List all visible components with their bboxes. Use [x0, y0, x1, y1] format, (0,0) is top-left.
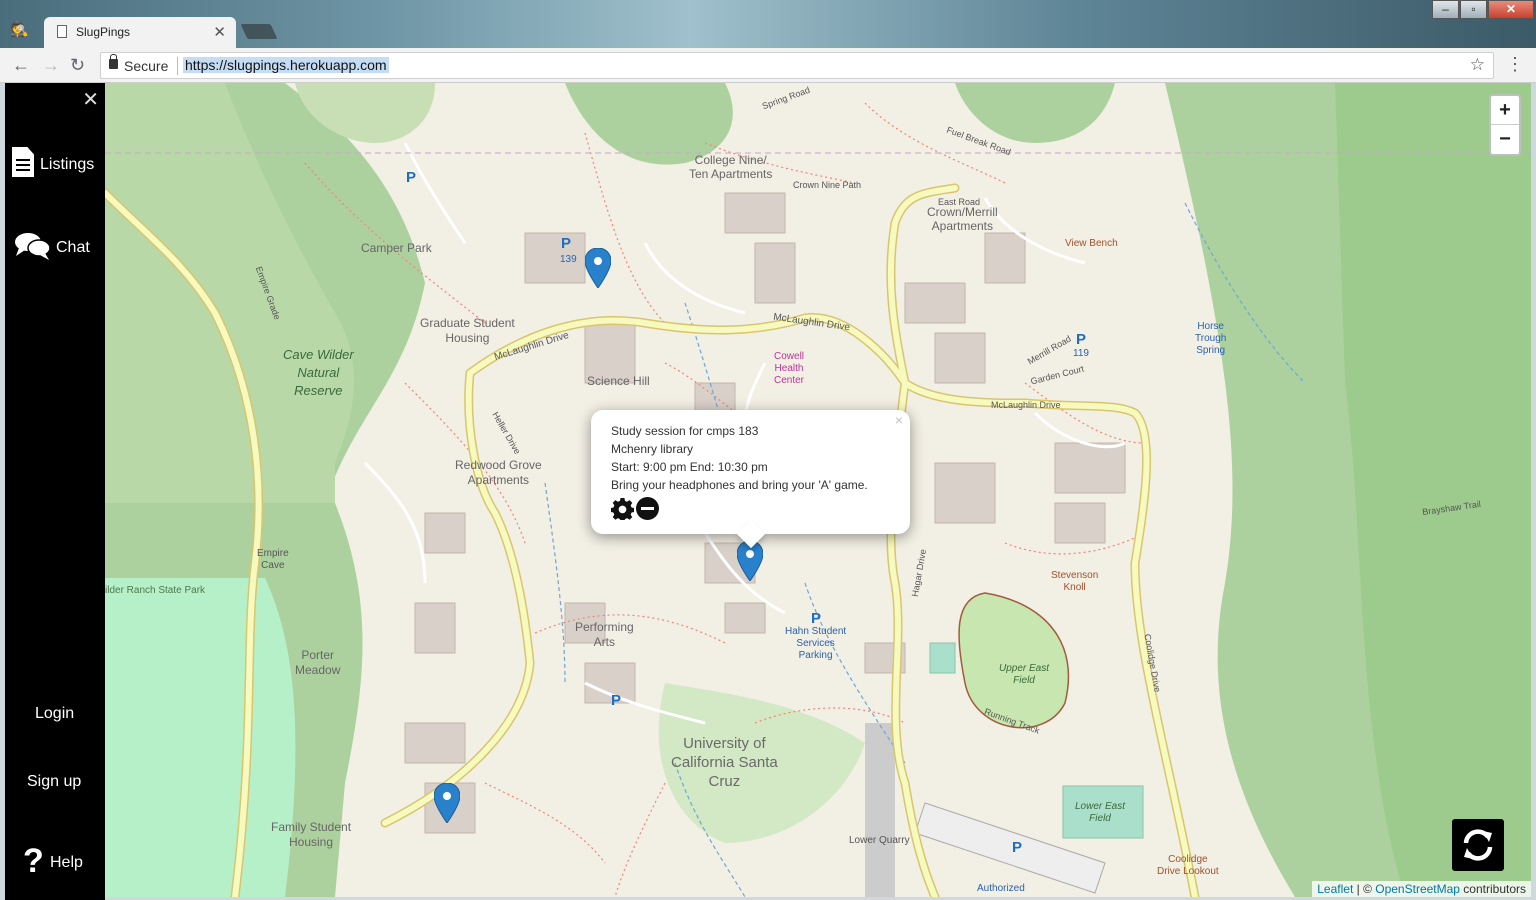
- popup-close-button[interactable]: ×: [895, 412, 903, 428]
- sidebar-item-chat[interactable]: Chat: [5, 231, 105, 263]
- map-attribution: Leaflet | © OpenStreetMap contributors: [1312, 881, 1531, 897]
- zoom-out-button[interactable]: −: [1491, 125, 1519, 154]
- popup-location: Mchenry library: [611, 442, 694, 456]
- map-label: Graduate Student Housing: [420, 316, 515, 345]
- map-label: ilder Ranch State Park: [105, 585, 206, 596]
- map-label: Porter Meadow: [295, 648, 341, 677]
- window-close-button[interactable]: ✕: [1488, 0, 1534, 19]
- map-label: College Nine/Ten Apartments: [689, 153, 773, 181]
- map-label: Upper East Field: [999, 663, 1050, 686]
- document-icon: [57, 25, 67, 38]
- map-label: Cowell Health Center: [774, 351, 805, 386]
- attribution-separator: | ©: [1353, 882, 1376, 896]
- map-label: Cave Wilder Natural Reserve: [283, 347, 354, 398]
- parking-icon: P: [406, 169, 417, 186]
- map-label: Crown Nine Path: [793, 180, 862, 190]
- sidebar-item-signup[interactable]: Sign up: [5, 771, 105, 793]
- chat-icon: [15, 233, 51, 260]
- popup-time: Start: 9:00 pm End: 10:30 pm: [611, 460, 768, 474]
- parking-icon: P: [611, 692, 622, 709]
- parking-icon: P: [811, 610, 822, 627]
- osm-link[interactable]: OpenStreetMap: [1375, 882, 1460, 896]
- sidebar-item-login[interactable]: Login: [5, 703, 105, 725]
- address-separator: [177, 57, 178, 75]
- bookmark-star-icon[interactable]: ☆: [1470, 55, 1485, 75]
- browser-menu-icon[interactable]: ⋮: [1506, 54, 1524, 75]
- window-minimize-button[interactable]: ‒: [1432, 0, 1459, 19]
- map-label: McLaughlin Drive: [991, 400, 1061, 410]
- parking-icon: P: [1076, 331, 1087, 348]
- window-maximize-button[interactable]: ▫: [1460, 0, 1487, 19]
- event-popup: × Study session for cmps 183 Mchenry lib…: [591, 410, 910, 534]
- window-titlebar: 🕵 SlugPings ✕ ‒ ▫ ✕: [0, 0, 1536, 48]
- forward-arrow-icon[interactable]: →: [42, 55, 60, 76]
- url-text[interactable]: https://slugpings.herokuapp.com: [183, 57, 389, 73]
- map-label: Lower East Field: [1075, 801, 1126, 824]
- map-label: View Bench: [1065, 238, 1118, 249]
- sidebar-item-label: Help: [50, 854, 83, 871]
- gear-icon[interactable]: [611, 497, 634, 520]
- sidebar-item-label: Chat: [56, 239, 90, 256]
- new-tab-button[interactable]: [240, 24, 278, 39]
- browser-tab[interactable]: SlugPings ✕: [44, 17, 236, 48]
- parking-number: 139: [560, 254, 577, 265]
- tab-close-button[interactable]: ✕: [213, 23, 226, 41]
- sidebar-item-label: Listings: [40, 156, 95, 173]
- map-label: Crown/Merrill Apartments: [927, 205, 998, 233]
- map-label: Hahn Student Services Parking: [785, 626, 847, 661]
- help-icon: ?: [23, 842, 44, 880]
- map-label: Empire Cave: [257, 548, 289, 571]
- attribution-contributors: contributors: [1459, 882, 1526, 896]
- map-label: Horse Trough Spring: [1195, 321, 1227, 356]
- map-label: Coolidge Drive Lookout: [1157, 854, 1219, 877]
- zoom-in-button[interactable]: +: [1491, 96, 1519, 125]
- lock-icon: [109, 54, 118, 69]
- incognito-icon: 🕵: [10, 21, 29, 38]
- leaflet-link[interactable]: Leaflet: [1317, 882, 1353, 896]
- map-label: Stevenson Knoll: [1051, 570, 1099, 593]
- popup-description: Bring your headphones and bring your 'A'…: [611, 478, 868, 492]
- listings-icon: [12, 147, 34, 177]
- refresh-icon: [1463, 829, 1493, 861]
- secure-label: Secure: [124, 58, 169, 74]
- map-canvas[interactable]: College Nine/Ten Apartments Crown/Merril…: [105, 83, 1531, 897]
- parking-icon: P: [561, 235, 572, 252]
- map-label: East Road: [938, 197, 981, 207]
- tab-title: SlugPings: [76, 25, 131, 39]
- map-label: Science Hill: [587, 374, 650, 388]
- map-label: Family Student Housing: [271, 820, 352, 849]
- popup-title: Study session for cmps 183: [611, 424, 759, 438]
- sidebar-item-listings[interactable]: Listings: [5, 147, 105, 181]
- map-marker-pin-icon[interactable]: [585, 248, 611, 288]
- map-label: Authorized: [977, 883, 1025, 894]
- sidebar-item-label: Sign up: [27, 773, 82, 790]
- zoom-control: + −: [1489, 94, 1521, 156]
- map-label: Camper Park: [361, 241, 432, 255]
- map-label: Redwood Grove Apartments: [455, 458, 542, 487]
- sidebar: ✕ Listings Chat Login Sign up ? Help: [5, 83, 105, 900]
- reload-icon[interactable]: ↻: [70, 55, 85, 76]
- parking-icon: P: [1012, 839, 1023, 856]
- map-label: University of California Santa Cruz: [671, 735, 778, 790]
- address-bar[interactable]: Secure https://slugpings.herokuapp.com ☆: [100, 52, 1494, 79]
- remove-icon[interactable]: [636, 497, 659, 520]
- map-marker-pin-icon[interactable]: [434, 783, 460, 823]
- back-arrow-icon[interactable]: ←: [12, 55, 30, 76]
- sidebar-close-button[interactable]: ✕: [82, 87, 99, 112]
- map-label: Performing Arts: [575, 620, 634, 649]
- parking-number: 119: [1073, 348, 1089, 359]
- sidebar-item-help[interactable]: ? Help: [5, 842, 105, 880]
- refresh-button[interactable]: [1452, 819, 1504, 871]
- map-label: Lower Quarry: [849, 835, 910, 846]
- browser-toolbar: ← → ↻ Secure https://slugpings.herokuapp…: [0, 48, 1536, 83]
- sidebar-item-label: Login: [35, 705, 75, 722]
